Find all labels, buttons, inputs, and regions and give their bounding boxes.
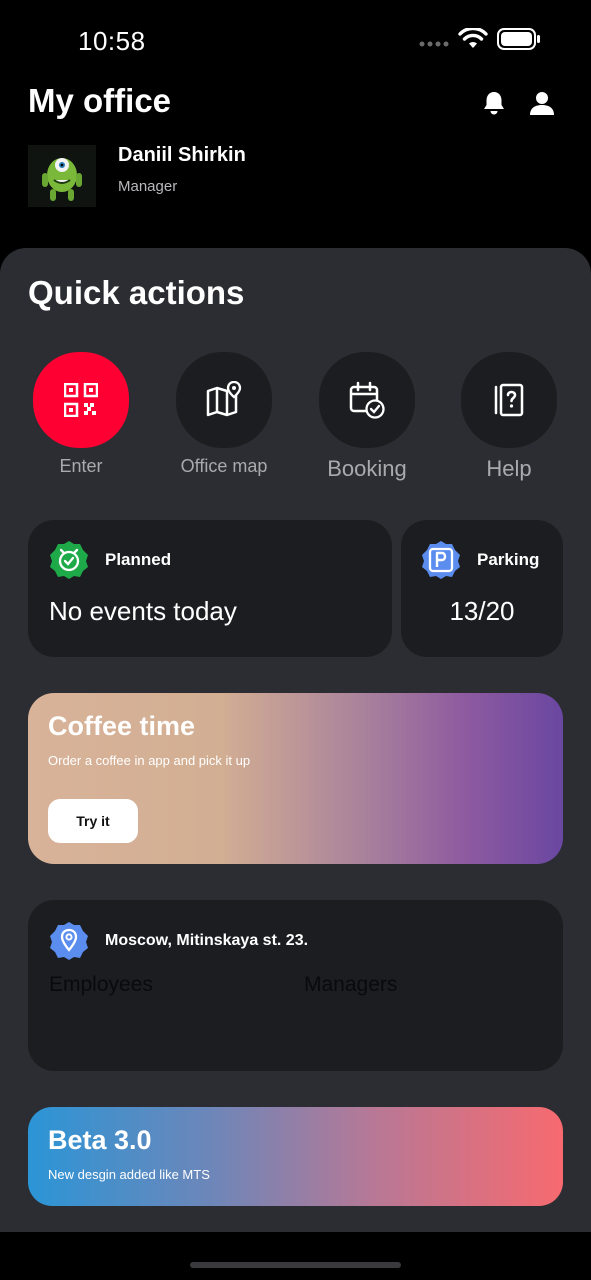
map-pin-icon <box>206 381 242 417</box>
help-button[interactable] <box>461 352 557 448</box>
coffee-title: Coffee time <box>48 711 196 741</box>
planned-card[interactable]: Planned No events today <box>28 520 392 657</box>
user-role: Manager <box>118 178 178 195</box>
employees-label: Employees <box>49 973 153 996</box>
cellular-signal-icon <box>419 41 449 47</box>
profile-icon[interactable] <box>527 88 557 118</box>
quick-actions-title: Quick actions <box>28 274 245 311</box>
parking-value: 13/20 <box>449 596 515 626</box>
user-name: Daniil Shirkin <box>118 144 246 166</box>
battery-icon <box>497 28 540 50</box>
office-map-label: Office map <box>180 456 268 476</box>
parking-icon <box>422 541 460 579</box>
quick-action-enter[interactable]: Enter <box>33 352 129 476</box>
parking-title: Parking <box>477 550 540 569</box>
quick-action-help[interactable]: Help <box>461 352 557 481</box>
bottom-bar <box>0 1232 591 1280</box>
quick-action-office-map[interactable]: Office map <box>176 352 272 476</box>
planned-text: No events today <box>49 596 237 626</box>
office-card[interactable]: Moscow, Mitinskaya st. 23. Employees Man… <box>28 900 563 1071</box>
booking-button[interactable] <box>319 352 415 448</box>
coffee-banner[interactable]: Coffee time Order a coffee in app and pi… <box>28 693 563 864</box>
office-address: Moscow, Mitinskaya st. 23. <box>105 932 309 949</box>
booking-label: Booking <box>327 456 407 481</box>
beta-subtitle: New desgin added like MTS <box>48 1167 210 1182</box>
planned-title: Planned <box>105 550 172 569</box>
location-pin-icon <box>50 922 88 960</box>
page-title: My office <box>28 82 172 119</box>
avatar[interactable] <box>28 145 96 207</box>
status-bar: 10:58 <box>0 0 591 80</box>
beta-title: Beta 3.0 <box>48 1125 152 1155</box>
parking-card[interactable]: Parking 13/20 <box>401 520 563 657</box>
calendar-check-icon <box>349 381 385 419</box>
coffee-subtitle: Order a coffee in app and pick it up <box>48 753 251 768</box>
wifi-icon <box>458 28 488 48</box>
qr-code-icon <box>64 383 98 417</box>
planned-check-icon <box>50 541 88 579</box>
beta-banner[interactable]: Beta 3.0 New desgin added like MTS <box>28 1107 563 1206</box>
notifications-bell-icon[interactable] <box>479 88 509 118</box>
home-indicator[interactable] <box>190 1262 401 1268</box>
managers-label: Managers <box>304 973 398 996</box>
quick-action-booking[interactable]: Booking <box>319 352 415 481</box>
office-map-button[interactable] <box>176 352 272 448</box>
enter-button[interactable] <box>33 352 129 448</box>
enter-label: Enter <box>59 456 103 476</box>
status-time: 10:58 <box>78 26 146 56</box>
try-it-button[interactable]: Try it <box>48 799 138 843</box>
help-label: Help <box>486 456 532 481</box>
help-book-icon <box>494 383 524 417</box>
